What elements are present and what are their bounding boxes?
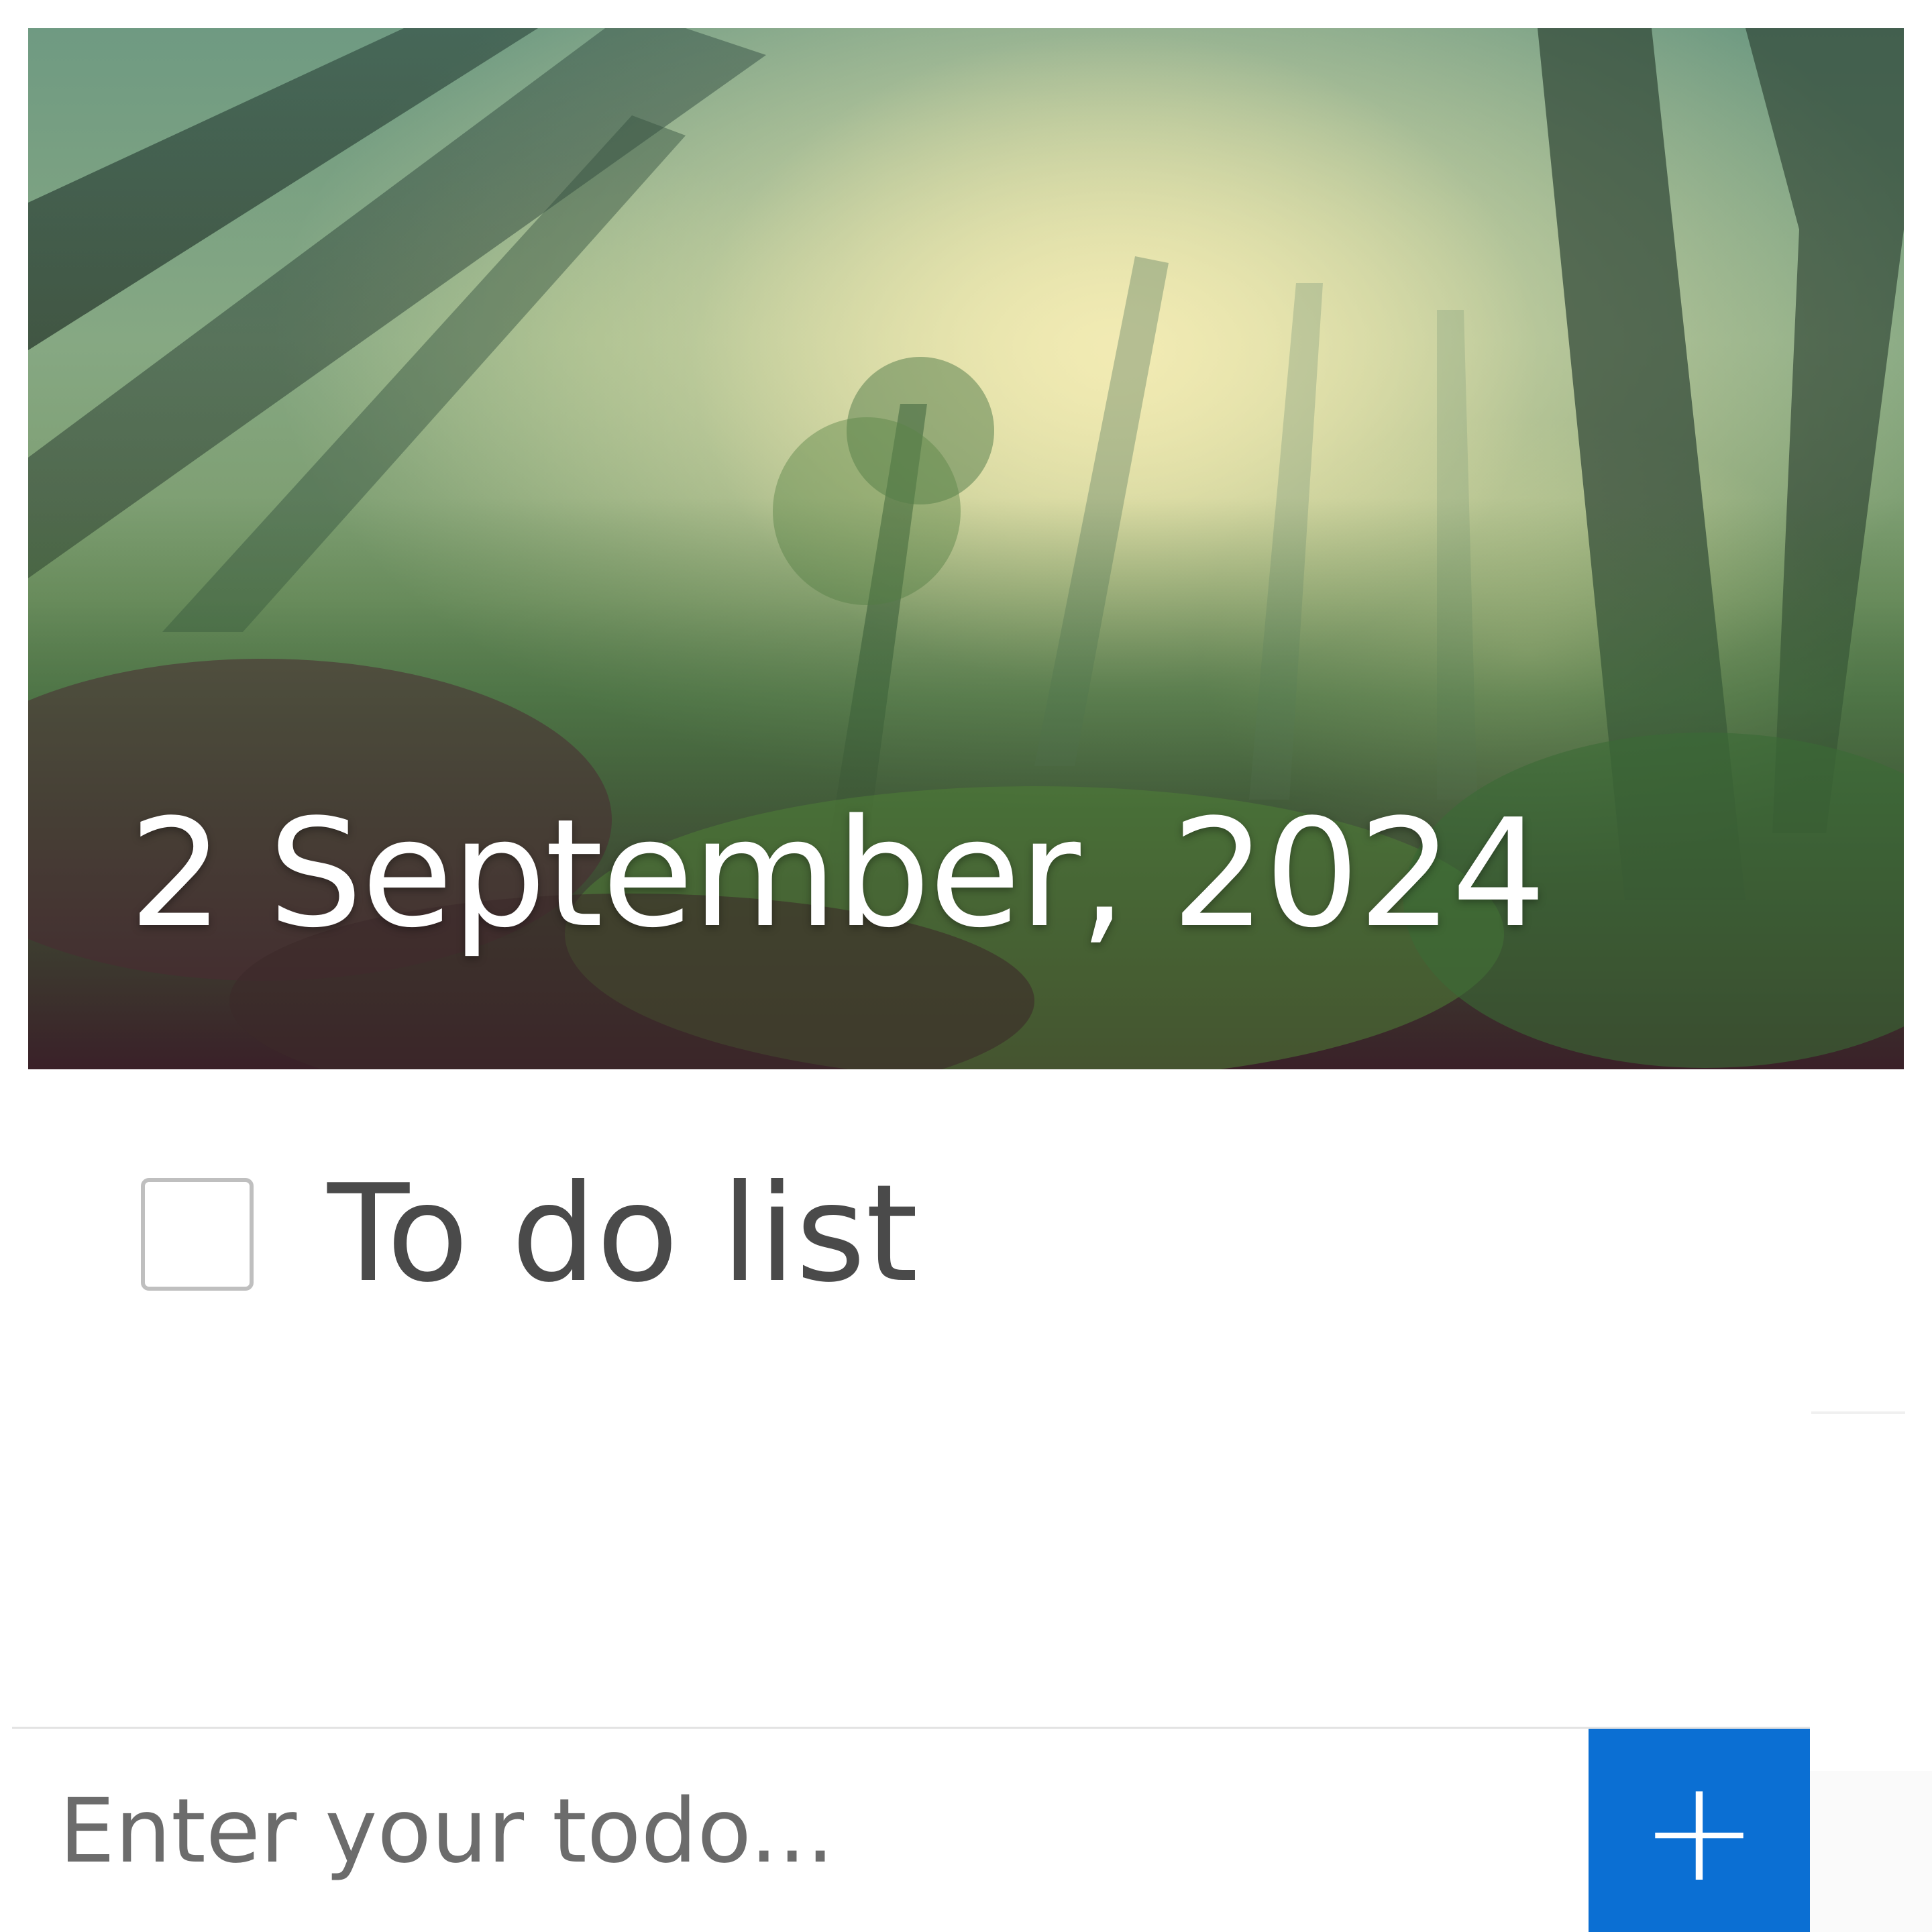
todo-app: 2 September, 2024 To do list + [0, 0, 1932, 1932]
todo-input[interactable] [12, 1729, 1589, 1932]
todo-checkbox[interactable] [141, 1178, 254, 1291]
add-todo-button[interactable]: + [1589, 1729, 1810, 1932]
right-panel-edge [1810, 1771, 1932, 1932]
todo-item-label: To do list [327, 1156, 918, 1312]
date-heading: 2 September, 2024 [129, 788, 1546, 961]
header-banner: 2 September, 2024 [28, 28, 1904, 1069]
plus-icon: + [1640, 1749, 1758, 1913]
divider [1811, 1411, 1905, 1414]
add-todo-bar: + [12, 1727, 1810, 1932]
todo-item: To do list [141, 1167, 918, 1301]
